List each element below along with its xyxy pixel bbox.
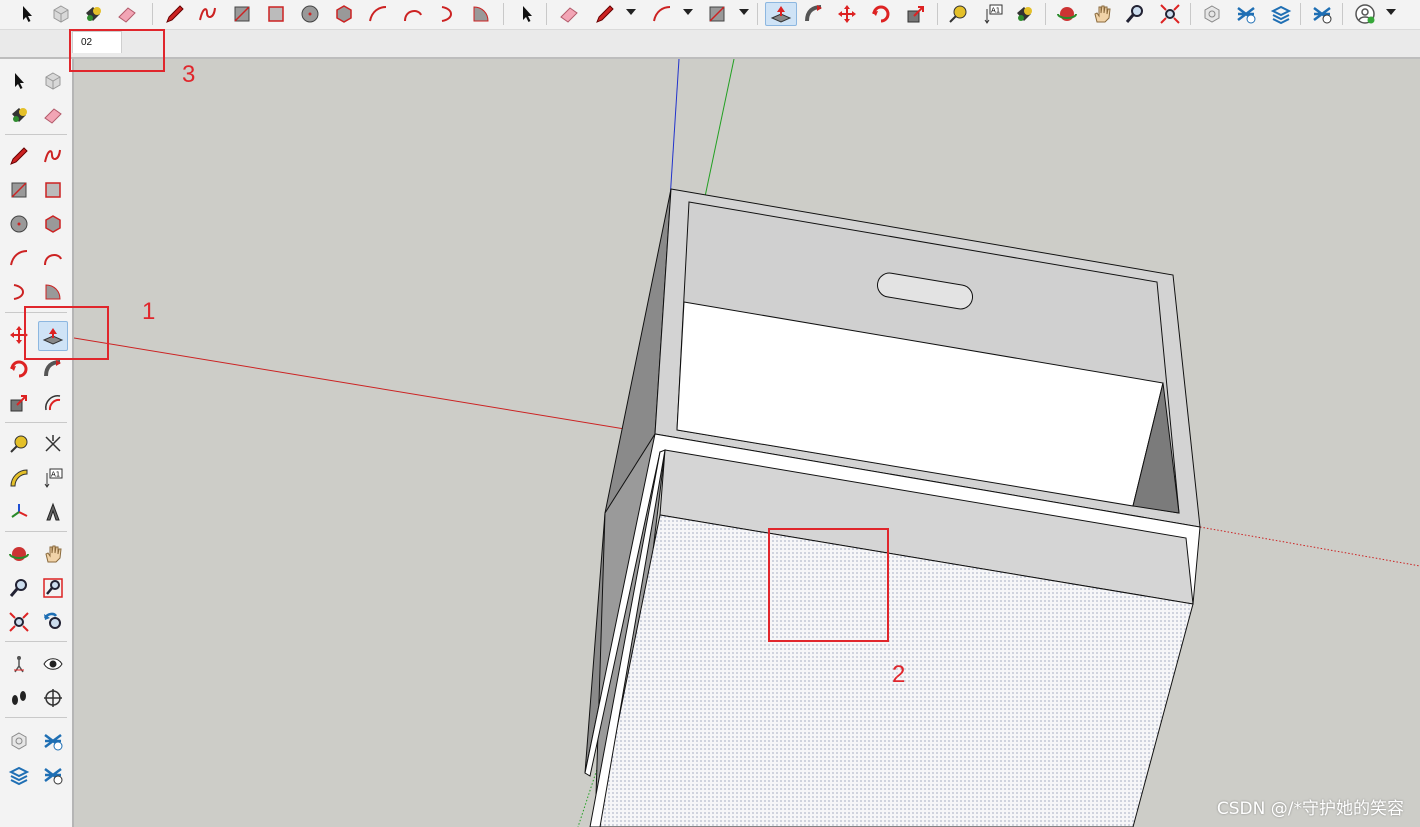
share-model-icon[interactable]	[1268, 2, 1294, 26]
zoom-extents-icon[interactable]	[1157, 2, 1183, 26]
dimension-icon[interactable]	[40, 431, 66, 457]
svg-text:A1: A1	[51, 471, 60, 479]
share-model-icon[interactable]	[6, 762, 32, 788]
account-icon[interactable]	[1352, 2, 1378, 26]
extension-warehouse-icon[interactable]	[1233, 2, 1259, 26]
offset-icon[interactable]	[40, 390, 66, 416]
component-icon[interactable]	[40, 68, 66, 94]
extension-warehouse-icon[interactable]	[40, 728, 66, 754]
red-axis-dotted	[1199, 526, 1420, 567]
chevron-down-icon[interactable]	[683, 9, 693, 15]
tape-measure-icon[interactable]	[6, 431, 32, 457]
select-arrow-icon[interactable]	[14, 2, 40, 26]
chevron-down-icon[interactable]	[739, 9, 749, 15]
move-icon[interactable]	[834, 2, 860, 26]
three-point-arc-icon[interactable]	[434, 2, 460, 26]
paint-bucket-icon[interactable]	[1011, 2, 1037, 26]
eraser-icon[interactable]	[40, 102, 66, 128]
chevron-down-icon[interactable]	[626, 9, 636, 15]
tape-measure-icon[interactable]	[945, 2, 971, 26]
zoom-icon[interactable]	[6, 575, 32, 601]
rotated-rectangle-icon[interactable]	[40, 177, 66, 203]
pie-icon[interactable]	[40, 279, 66, 305]
eraser-icon[interactable]	[114, 2, 140, 26]
two-point-arc-icon[interactable]	[40, 245, 66, 271]
top-toolbar: A1	[0, 0, 1420, 30]
protractor-icon[interactable]	[6, 465, 32, 491]
annotation-box-3	[69, 29, 165, 72]
extension-manager-icon[interactable]	[1309, 2, 1335, 26]
circle-icon[interactable]	[6, 211, 32, 237]
scale-icon[interactable]	[6, 390, 32, 416]
annotation-label-1: 1	[142, 298, 156, 325]
rectangle-icon[interactable]	[229, 2, 255, 26]
warehouse-icon[interactable]	[1199, 2, 1225, 26]
scene-tabs-bar: 02	[0, 30, 1420, 59]
rectangle-icon[interactable]	[6, 177, 32, 203]
freehand-icon[interactable]	[40, 143, 66, 169]
zoom-icon[interactable]	[1122, 2, 1148, 26]
scale-icon[interactable]	[903, 2, 929, 26]
arc-icon[interactable]	[365, 2, 391, 26]
component-icon[interactable]	[48, 2, 74, 26]
pencil-icon[interactable]	[162, 2, 188, 26]
arc-icon[interactable]	[649, 2, 675, 26]
polygon-icon[interactable]	[331, 2, 357, 26]
annotation-box-2	[768, 528, 889, 642]
text-icon[interactable]: A1	[980, 2, 1006, 26]
zoom-extents-icon[interactable]	[6, 609, 32, 635]
select-arrow-icon[interactable]	[514, 2, 540, 26]
pencil-icon[interactable]	[6, 143, 32, 169]
pan-hand-icon[interactable]	[40, 541, 66, 567]
3d-text-icon[interactable]	[40, 499, 66, 525]
rotate-icon[interactable]	[868, 2, 894, 26]
red-axis	[74, 337, 656, 435]
warehouse-icon[interactable]	[6, 728, 32, 754]
push-pull-icon[interactable]	[765, 2, 797, 26]
rectangle-icon[interactable]	[704, 2, 730, 26]
axes-icon[interactable]	[6, 499, 32, 525]
annotation-box-1	[24, 306, 109, 360]
follow-me-icon[interactable]	[801, 2, 827, 26]
left-toolbar: A1	[0, 59, 74, 827]
section-plane-icon[interactable]	[40, 685, 66, 711]
look-around-icon[interactable]	[40, 651, 66, 677]
circle-icon[interactable]	[297, 2, 323, 26]
walk-icon[interactable]	[6, 685, 32, 711]
three-point-arc-icon[interactable]	[6, 279, 32, 305]
text-icon[interactable]: A1	[40, 465, 66, 491]
svg-text:A1: A1	[991, 7, 1000, 15]
annotation-label-2: 2	[892, 661, 906, 688]
extension-manager-icon[interactable]	[40, 762, 66, 788]
paint-bucket-icon[interactable]	[6, 102, 32, 128]
model-viewport[interactable]	[74, 59, 1420, 827]
previous-view-icon[interactable]	[40, 609, 66, 635]
paint-bucket-icon[interactable]	[80, 2, 106, 26]
freehand-icon[interactable]	[195, 2, 221, 26]
orbit-icon[interactable]	[1054, 2, 1080, 26]
eraser-icon[interactable]	[556, 2, 582, 26]
polygon-icon[interactable]	[40, 211, 66, 237]
select-arrow-icon[interactable]	[6, 68, 32, 94]
two-point-arc-icon[interactable]	[400, 2, 426, 26]
position-camera-icon[interactable]	[6, 651, 32, 677]
pencil-icon[interactable]	[592, 2, 618, 26]
rotated-rectangle-icon[interactable]	[263, 2, 289, 26]
zoom-window-icon[interactable]	[40, 575, 66, 601]
watermark: CSDN @/*守护她的笑容	[1216, 799, 1404, 819]
model-drawing[interactable]	[74, 59, 1420, 827]
chevron-down-icon[interactable]	[1386, 9, 1396, 15]
pan-hand-icon[interactable]	[1089, 2, 1115, 26]
pie-icon[interactable]	[468, 2, 494, 26]
orbit-icon[interactable]	[6, 541, 32, 567]
annotation-label-3: 3	[182, 61, 196, 88]
arc-icon[interactable]	[6, 245, 32, 271]
